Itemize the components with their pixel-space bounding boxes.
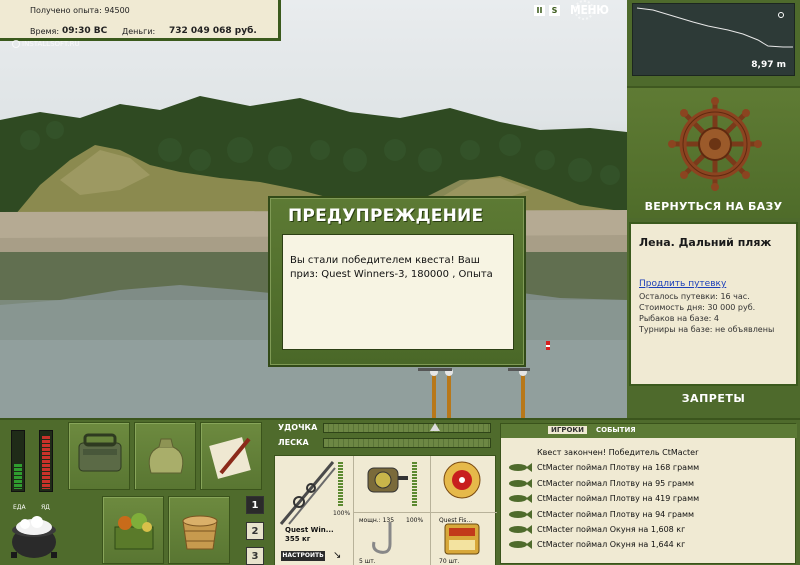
money-label: Деньги:: [122, 27, 156, 36]
fish-icon: [509, 509, 532, 519]
journal-quill-icon: [209, 437, 251, 479]
experience-text: Получено опыта: 94500: [30, 6, 130, 15]
return-to-base-button[interactable]: ВЕРНУТЬСЯ НА БАЗУ: [627, 200, 800, 213]
arrow-icon: ↘: [333, 550, 342, 561]
rod-tension-bar: [323, 423, 491, 433]
extend-permit-link[interactable]: Продлить путевку: [639, 279, 726, 289]
food-meter: [11, 430, 25, 492]
sound-button[interactable]: S: [549, 4, 560, 16]
dialog-title: ПРЕДУПРЕЖДЕНИЕ: [288, 206, 484, 226]
dialog-message: Вы стали победителем квеста! Ваш приз: Q…: [282, 234, 514, 350]
events-panel: ИГРОКИ СОБЫТИЯ Квест закончен! Победител…: [500, 423, 797, 564]
line-tension-label: ЛЕСКА: [278, 438, 309, 447]
permit-remaining: Осталось путевки: 16 час.: [639, 292, 750, 301]
cooking-pot-icon[interactable]: [7, 512, 62, 560]
event-text: CtMacter поймал Плотву на 95 грамм: [537, 478, 695, 488]
inventory-tab-1[interactable]: 1: [246, 496, 264, 514]
inventory-tab-3[interactable]: 3: [246, 547, 264, 565]
event-row: CtMacter поймал Плотву на 95 грамм: [506, 476, 792, 491]
float-marker-icon: [778, 12, 784, 18]
event-row: CtMacter поймал Плотву на 168 грамм: [506, 460, 792, 475]
slot-food-basket[interactable]: [102, 496, 164, 564]
slot-journal[interactable]: [200, 422, 262, 490]
rod-condition: 100%: [333, 510, 351, 517]
event-text: CtMacter поймал Плотву на 419 грамм: [537, 494, 700, 504]
money-value: 732 049 068 руб.: [169, 26, 257, 36]
quest-finished-text: Квест закончен! Победитель CtMacter: [537, 448, 699, 457]
tackle-box-icon: [78, 433, 122, 472]
rod-weight: 355 кг: [285, 535, 311, 543]
rod-condition-bar: [338, 462, 343, 506]
bait-box-icon[interactable]: [437, 518, 487, 558]
fish-icon: [509, 494, 532, 504]
hooks-count: 5 шт.: [359, 558, 376, 565]
fish-icon: [509, 463, 532, 473]
line-spool-icon[interactable]: [437, 460, 487, 500]
food-level-fill: [14, 464, 22, 489]
menu-label: МЕНЮ: [570, 3, 609, 17]
fish-icon: [509, 478, 532, 488]
warning-dialog[interactable]: ПРЕДУПРЕЖДЕНИЕ Вы стали победителем квес…: [268, 196, 526, 367]
anglers-count: Рыбаков на базе: 4: [639, 314, 719, 323]
base-section: ВЕРНУТЬСЯ НА БАЗУ: [627, 86, 800, 218]
depth-gauge: 8,97 m: [632, 3, 795, 76]
food-label: ЕДА: [13, 504, 26, 511]
time-label: Время:: [30, 27, 60, 36]
ship-wheel-icon[interactable]: [667, 96, 763, 192]
sack-icon: [148, 438, 184, 474]
event-row: CtMacter поймал Окуня на 1,608 кг: [506, 522, 792, 537]
event-text: CtMacter поймал Плотву на 168 грамм: [537, 463, 700, 473]
hook-icon[interactable]: [360, 518, 410, 558]
depth-value: 8,97 m: [751, 60, 786, 70]
setup-button[interactable]: НАСТРОИТЬ: [281, 551, 325, 561]
event-text: CtMacter поймал Плотву на 94 грамм: [537, 509, 695, 519]
tab-events[interactable]: СОБЫТИЯ: [596, 426, 636, 434]
reel-icon[interactable]: [360, 460, 410, 500]
day-cost: Стоимость дня: 30 000 руб.: [639, 303, 756, 312]
inventory-tab-2[interactable]: 2: [246, 522, 264, 540]
poison-level-fill: [42, 436, 50, 489]
bottom-bar: ЕДА ЯД 1 2 3 УДОЧКА ЛЕСКА 100% Quest Win…: [0, 418, 800, 565]
rod-icon[interactable]: [277, 458, 339, 528]
food-basket-icon: [114, 513, 154, 550]
bait-count: 70 шт.: [439, 558, 460, 565]
event-row: CtMacter поймал Плотву на 94 грамм: [506, 507, 792, 522]
event-text: CtMacter поймал Окуня на 1,608 кг: [537, 524, 686, 534]
events-tabs: ИГРОКИ СОБЫТИЯ: [501, 424, 797, 438]
location-title: Лена. Дальний пляж: [639, 236, 772, 249]
time-value: 09:30 ВС: [62, 26, 108, 36]
poison-meter: [39, 430, 53, 492]
menu-button[interactable]: МЕНЮ: [570, 0, 609, 20]
event-row: CtMacter поймал Окуня на 1,644 кг: [506, 537, 792, 552]
event-text: CtMacter поймал Окуня на 1,644 кг: [537, 540, 686, 550]
game-screen: Получено опыта: 94500 Время: 09:30 ВС Де…: [0, 0, 800, 565]
watermark-logo: INSTALLSOFT.RU: [12, 40, 80, 48]
bucket-icon: [182, 515, 218, 550]
top-controls: II S МЕНЮ: [534, 0, 609, 20]
status-meters: ЕДА ЯД: [5, 427, 62, 511]
slot-sack[interactable]: [134, 422, 196, 490]
reel-condition-bar: [412, 462, 417, 506]
pause-button[interactable]: II: [534, 4, 545, 16]
bans-button[interactable]: ЗАПРЕТЫ: [627, 392, 800, 405]
events-list: Квест закончен! Победитель CtMacter CtMa…: [506, 445, 792, 553]
tension-bars: УДОЧКА ЛЕСКА: [278, 423, 492, 451]
gear-panel: 100% Quest Win... 355 кг НАСТРОИТЬ ↘ мощ…: [274, 455, 497, 565]
tournaments-info: Турниры на базе: не объявлены: [639, 325, 775, 334]
tension-marker-icon: [430, 423, 440, 431]
rod-tension-label: УДОЧКА: [278, 423, 318, 432]
right-panel: 8,97 m ВЕРНУТЬСЯ НА БАЗУ Лена. Дальний п…: [627, 0, 800, 418]
location-panel: Лена. Дальний пляж Продлить путевку Оста…: [629, 222, 798, 386]
rod-name: Quest Win...: [285, 526, 334, 534]
slot-tackle-box[interactable]: [68, 422, 130, 490]
poison-label: ЯД: [41, 504, 50, 511]
tab-players[interactable]: ИГРОКИ: [548, 426, 587, 434]
fish-icon: [509, 524, 532, 534]
line-tension-bar: [323, 438, 491, 448]
player-stats-panel: Получено опыта: 94500 Время: 09:30 ВС Де…: [0, 0, 281, 41]
fish-icon: [509, 540, 532, 550]
slot-bucket[interactable]: [168, 496, 230, 564]
event-row: CtMacter поймал Плотву на 419 грамм: [506, 491, 792, 506]
quest-finished-message: Квест закончен! Победитель CtMacter: [506, 445, 792, 460]
